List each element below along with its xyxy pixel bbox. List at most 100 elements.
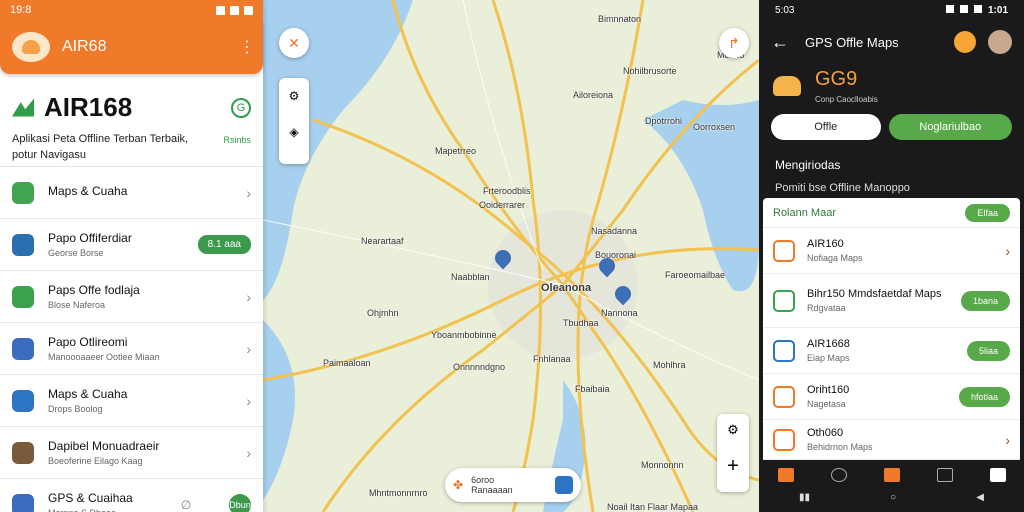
item-title: Maps & Cuaha xyxy=(48,387,128,401)
row-subtitle: Behidrnon Maps xyxy=(807,442,873,452)
card-pill-button[interactable]: Elfaa xyxy=(965,203,1010,222)
locate-icon[interactable]: ⚙ xyxy=(717,414,749,446)
map-row[interactable]: Oriht160 Nagetasa hfotiaa xyxy=(763,374,1020,420)
map-place-label: Paimaaloan xyxy=(323,358,371,368)
section-title: Mengiriodas xyxy=(775,158,841,172)
item-subtitle: Manoooaaeer Ootiee Miaan xyxy=(48,352,160,362)
map-place-label: Ailoreiona xyxy=(573,90,614,100)
map-row[interactable]: AIR160 Nofiaga Maps › xyxy=(763,228,1020,274)
list-item[interactable]: Paps Offe fodlaja Blose Naferoa › xyxy=(0,271,263,323)
status-time: 19:8 xyxy=(10,4,32,16)
home-icon[interactable] xyxy=(883,468,900,482)
status-time: 5:03 xyxy=(775,4,795,16)
item-pill-button[interactable]: 8.1 aaa xyxy=(197,235,251,254)
status-bar: 5:03 1:01 xyxy=(759,0,1024,20)
map-place-label: Nohilbrusorte xyxy=(623,66,677,76)
map-place-label: Oorroxsen xyxy=(693,122,736,132)
home-circle-icon[interactable]: ○ xyxy=(890,492,896,503)
map-icon xyxy=(12,389,34,412)
battery-icon xyxy=(973,4,982,13)
list-item[interactable]: Papo Offiferdiar Georse Borse 8.1 aaa xyxy=(0,219,263,271)
row-title: Oth060 xyxy=(807,427,844,439)
tab-offline[interactable]: Offle xyxy=(771,114,881,140)
bag-icon[interactable] xyxy=(936,468,953,482)
header-description: Aplikasi Peta Offline Terban Terbaik, po… xyxy=(12,133,189,161)
more-menu-icon[interactable]: ⋮ xyxy=(239,37,255,57)
download-button[interactable]: 1bana xyxy=(960,290,1010,311)
zoom-in-button[interactable]: + xyxy=(717,446,749,486)
settings-icon[interactable]: ⚙ xyxy=(279,78,309,114)
weather-summary: GG9 Conp Caoclloabis xyxy=(759,64,1024,108)
back-arrow-icon[interactable]: ← xyxy=(771,32,789,53)
map-place-label: Noail Itan Flaar Mapaa xyxy=(607,502,699,512)
section-subtitle: Pomiti bse Offline Manoppo xyxy=(775,182,910,194)
weather-icon xyxy=(773,76,801,96)
row-title: Oriht160 xyxy=(807,384,850,396)
chevron-right-icon[interactable]: › xyxy=(1005,432,1010,448)
gps-badge-icon[interactable]: G xyxy=(231,97,251,118)
item-title: Maps & Cuaha xyxy=(48,184,128,198)
cloud-icon xyxy=(12,233,34,256)
layers-icon[interactable]: ◈ xyxy=(279,114,309,150)
reset-icon[interactable]: ∅ xyxy=(177,498,195,512)
screen-title: GPS Offle Maps xyxy=(805,34,899,50)
map-place-label: Ohjmhn xyxy=(367,308,399,318)
map-row[interactable]: Bihr150 Mmdsfaetdaf Maps Rdgvataa 1bana xyxy=(763,274,1020,328)
download-button[interactable]: hfotiaa xyxy=(958,386,1010,407)
download-button[interactable]: 5liaa xyxy=(966,340,1010,361)
header-link[interactable]: Rsinbs xyxy=(223,135,251,163)
list-item[interactable]: GPS & Cuaihaa Mornne S Dbeoe∅ Dbun xyxy=(0,479,263,512)
item-subtitle: Blose Naferoa xyxy=(48,300,106,310)
weather-value: GG9 xyxy=(815,68,858,90)
map-place-label: Bouoronai xyxy=(595,250,637,260)
map-thumbnail-icon[interactable] xyxy=(555,476,573,494)
recents-icon[interactable]: ▮▮ xyxy=(799,492,810,503)
map-view[interactable]: BimnnatonMorbioNohilbrusorteAiloreionaDp… xyxy=(263,0,759,512)
avatar[interactable] xyxy=(988,30,1012,54)
back-icon[interactable]: ◀ xyxy=(976,492,984,503)
list-item[interactable]: Maps & Cuaha › xyxy=(0,167,263,219)
chevron-right-icon[interactable]: › xyxy=(1005,243,1010,259)
map-place-label: Onnnnndgno xyxy=(453,362,506,372)
map-package-icon xyxy=(773,239,795,262)
weather-label: Conp Caoclloabis xyxy=(815,95,878,104)
wifi-icon xyxy=(959,4,968,13)
tabs: Offle Noglariulbao xyxy=(759,108,1024,146)
compass-icon[interactable]: ✕ xyxy=(279,28,309,58)
home-icon[interactable] xyxy=(777,468,794,482)
app-avatar-icon[interactable] xyxy=(12,32,50,62)
map-place-label: Nannona xyxy=(601,308,638,318)
app-header: AIR168 G Aplikasi Peta Offline Terban Te… xyxy=(0,74,263,167)
card-title: Rolann Maar xyxy=(773,206,836,219)
map-tools: ⚙ ◈ xyxy=(279,78,309,164)
list-item[interactable]: Maps & Cuaha Drops Boolog › xyxy=(0,375,263,427)
map-place-label: Mohlhra xyxy=(653,360,686,370)
map-place-label: Faroeomailbae xyxy=(665,270,726,280)
item-title: GPS & Cuaihaa xyxy=(48,491,133,505)
row-subtitle: Nagetasa xyxy=(807,399,846,409)
bottom-line1: 6oroo xyxy=(471,475,495,485)
map-place-label: Dpotrrohi xyxy=(645,116,683,126)
gps-icon xyxy=(12,493,34,512)
right-panel: 5:03 1:01 ← GPS Offle Maps GG9 Conp Caoc… xyxy=(759,0,1024,512)
list-item[interactable]: Dapibel Monuadraeir Boeoferine Eilago Kaa… xyxy=(0,427,263,479)
map-row[interactable]: AIR1668 Eiap Maps 5liaa xyxy=(763,328,1020,374)
row-subtitle: Nofiaga Maps xyxy=(807,253,863,263)
chat-icon[interactable] xyxy=(989,468,1006,482)
list-item[interactable]: Papo Otlireomi Manoooaaeer Ootiee Miaan › xyxy=(0,323,263,375)
item-badge[interactable]: Dbun xyxy=(229,493,251,512)
map-package-icon xyxy=(773,385,795,408)
navigation-icon[interactable]: ↱ xyxy=(719,28,749,58)
compass-icon[interactable] xyxy=(830,468,847,482)
avatar-icon xyxy=(12,441,34,464)
header-title: AIR168 xyxy=(44,92,133,122)
map-place-label: Yboanmbobinne xyxy=(431,330,497,340)
map-row[interactable]: Oth060 Behidrnon Maps › xyxy=(763,420,1020,460)
map-package-icon xyxy=(773,289,795,312)
sun-icon xyxy=(954,31,976,53)
map-bottom-card[interactable]: ✤ 6oroo Ranaaaan xyxy=(445,468,581,502)
tab-navigation[interactable]: Noglariulbao xyxy=(888,114,1012,140)
item-subtitle: Boeoferine Eilago Kaag xyxy=(48,456,143,466)
chevron-right-icon: › xyxy=(246,392,251,409)
status-right: 1:01 xyxy=(987,4,1008,16)
